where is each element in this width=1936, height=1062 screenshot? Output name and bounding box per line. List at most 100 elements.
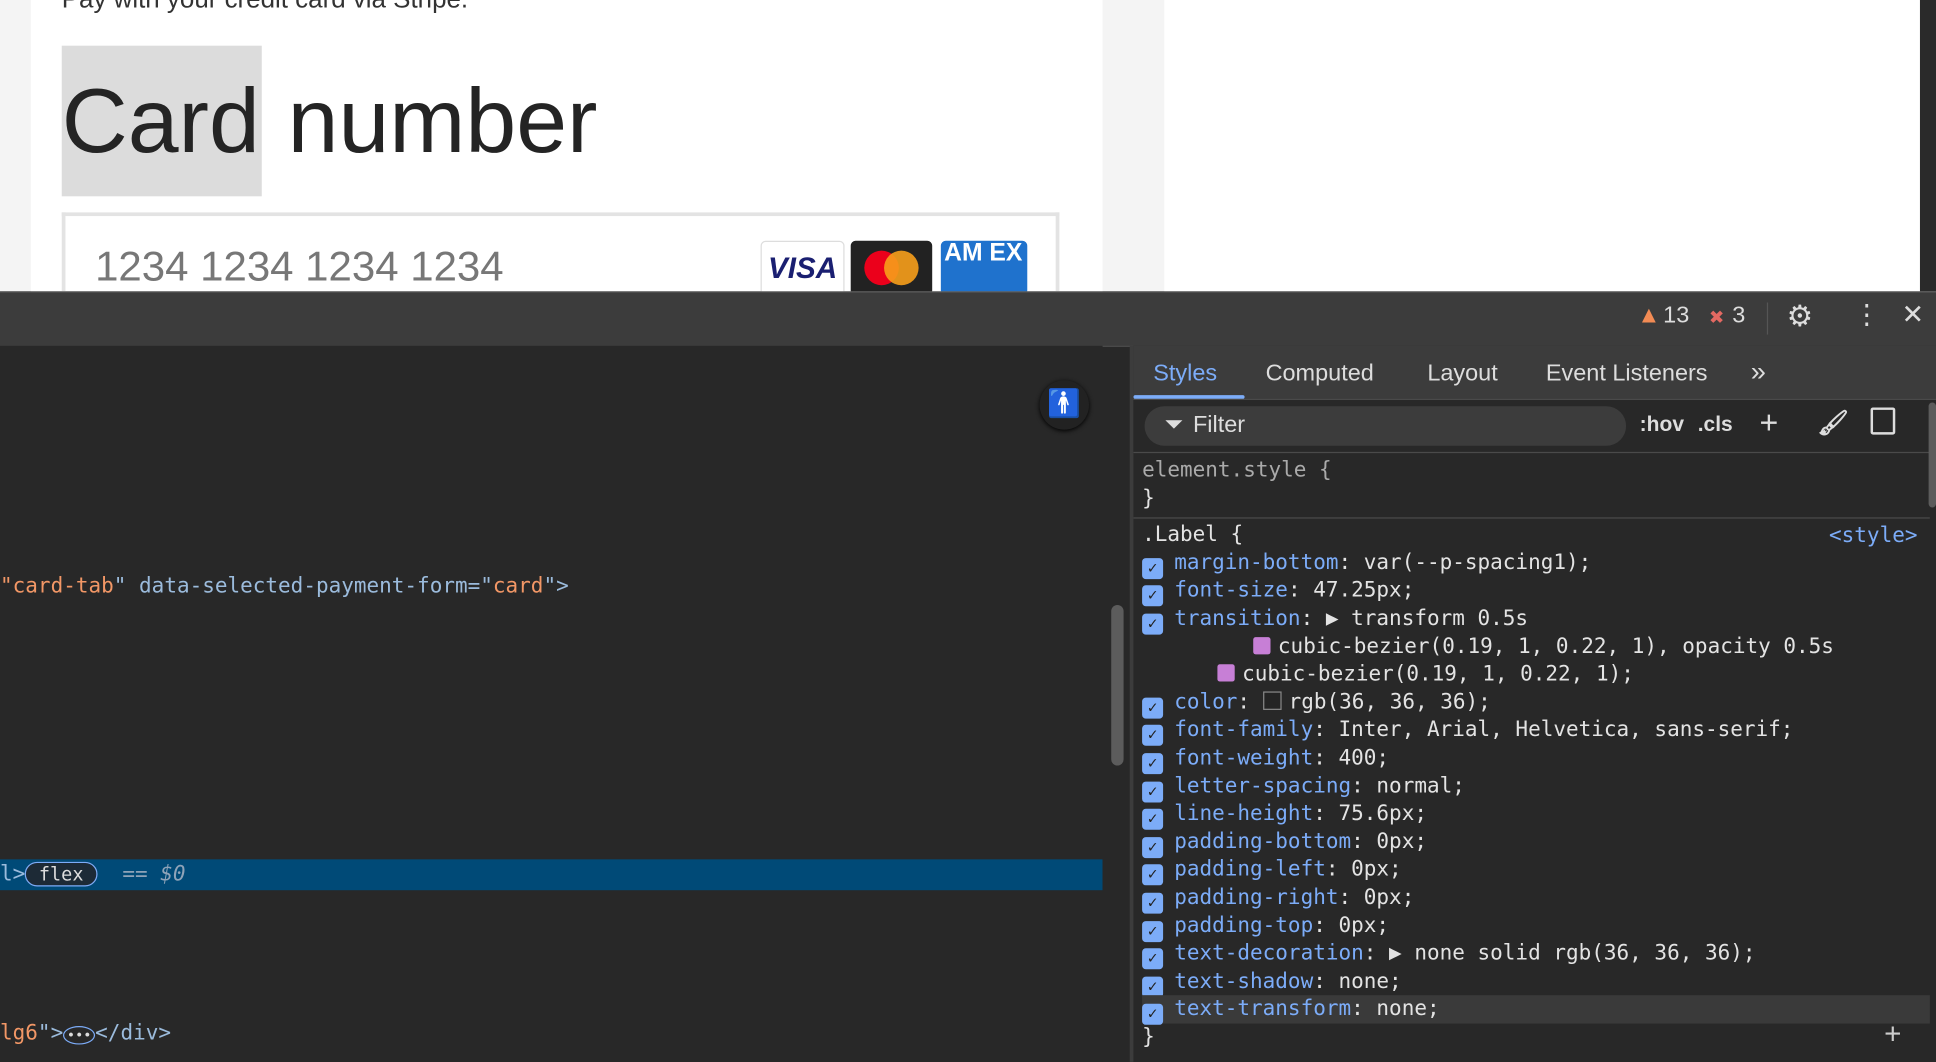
style-declaration[interactable]: ✓ margin-bottom: var(--p-spacing1); — [1142, 549, 1930, 579]
property-name[interactable]: font-size — [1174, 578, 1288, 603]
color-swatch[interactable] — [1262, 691, 1282, 710]
declaration-checkbox[interactable]: ✓ — [1142, 613, 1164, 635]
style-declaration[interactable]: cubic-bezier(0.19, 1, 0.22, 1), opacity … — [1142, 633, 1930, 661]
declaration-checkbox[interactable]: ✓ — [1142, 1004, 1164, 1026]
element-style-selector: element.style { — [1142, 458, 1332, 483]
declaration-checkbox[interactable]: ✓ — [1142, 836, 1164, 858]
property-name[interactable]: margin-bottom — [1174, 550, 1338, 575]
cls-button[interactable]: .cls — [1698, 412, 1733, 437]
declaration-checkbox[interactable]: ✓ — [1142, 725, 1164, 747]
error-count[interactable]: 3 — [1732, 303, 1745, 330]
property-value[interactable]: Inter, Arial, Helvetica, sans-serif; — [1339, 718, 1794, 743]
warning-count[interactable]: 13 — [1663, 303, 1689, 330]
style-declaration[interactable]: ✓ transition: ▶ transform 0.5s — [1142, 605, 1930, 635]
flex-badge[interactable]: flex — [25, 861, 98, 887]
property-name[interactable]: font-family — [1174, 718, 1313, 743]
property-value[interactable]: cubic-bezier(0.19, 1, 0.22, 1), opacity … — [1278, 634, 1834, 659]
element-style-rule[interactable]: element.style { } — [1133, 454, 1930, 519]
style-declaration[interactable]: ✓ padding-bottom: 0px; — [1142, 828, 1930, 858]
add-property-plus-icon[interactable]: + — [1884, 1017, 1901, 1052]
bezier-editor-icon[interactable] — [1217, 664, 1235, 682]
property-name[interactable]: text-shadow — [1174, 969, 1313, 994]
property-value[interactable]: cubic-bezier(0.19, 1, 0.22, 1); — [1242, 662, 1634, 687]
bezier-editor-icon[interactable] — [1253, 636, 1271, 654]
elements-panel[interactable]: "card-tab" data-selected-payment-form="c… — [0, 345, 1103, 1062]
accessibility-icon[interactable]: 🚹 — [1039, 380, 1090, 430]
property-name[interactable]: padding-bottom — [1174, 829, 1351, 854]
declaration-checkbox[interactable]: ✓ — [1142, 557, 1164, 579]
rule-source-link[interactable]: <style> — [1829, 524, 1917, 549]
style-declaration[interactable]: ✓ padding-left: 0px; — [1142, 856, 1930, 886]
declaration-checkbox[interactable]: ✓ — [1142, 753, 1164, 775]
property-name[interactable]: letter-spacing — [1174, 774, 1351, 799]
declaration-checkbox[interactable]: ✓ — [1142, 920, 1164, 942]
style-declaration[interactable]: ✓ text-transform: none; — [1142, 995, 1930, 1026]
dom-node-line[interactable]: lg6"> ••• </div> — [0, 1021, 171, 1046]
property-name[interactable]: text-transform — [1174, 997, 1351, 1022]
property-value[interactable]: none; — [1376, 997, 1439, 1022]
filter-input[interactable]: ⏷ Filter — [1144, 406, 1627, 446]
property-name[interactable]: padding-top — [1174, 913, 1313, 938]
property-value[interactable]: 0px; — [1339, 913, 1390, 938]
ellipsis-icon[interactable]: ••• — [63, 1026, 96, 1045]
declaration-checkbox[interactable]: ✓ — [1142, 892, 1164, 914]
error-icon[interactable]: ✖ — [1709, 306, 1725, 328]
style-declaration[interactable]: cubic-bezier(0.19, 1, 0.22, 1); — [1142, 661, 1930, 689]
style-declaration[interactable]: ✓ text-shadow: none; — [1142, 968, 1930, 998]
style-declaration[interactable]: ✓ padding-top: 0px; — [1142, 912, 1930, 942]
property-value[interactable]: ▶ transform 0.5s — [1326, 606, 1528, 631]
devtools-toolbar: ▲ 13 ✖ 3 ⚙ ⋮ ✕ — [0, 291, 1936, 347]
settings-gear-icon[interactable]: ⚙ — [1787, 299, 1814, 335]
close-icon[interactable]: ✕ — [1901, 299, 1924, 331]
tab-computed[interactable]: Computed — [1266, 361, 1374, 388]
property-value[interactable]: var(--p-spacing1); — [1364, 550, 1591, 575]
more-tabs-chevron-icon[interactable]: » — [1751, 356, 1766, 388]
declaration-checkbox[interactable]: ✓ — [1142, 976, 1164, 998]
mastercard-logo — [850, 240, 933, 292]
style-declaration[interactable]: ✓ font-family: Inter, Arial, Helvetica, s… — [1142, 717, 1930, 747]
style-declaration[interactable]: ✓ padding-right: 0px; — [1142, 884, 1930, 914]
property-value[interactable]: 400; — [1339, 746, 1390, 771]
hov-button[interactable]: :hov — [1640, 412, 1684, 437]
style-declaration[interactable]: ✓ font-weight: 400; — [1142, 744, 1930, 775]
warning-icon[interactable]: ▲ — [1637, 303, 1660, 330]
tab-layout[interactable]: Layout — [1427, 361, 1497, 388]
property-value[interactable]: 47.25px; — [1313, 578, 1414, 603]
property-value[interactable]: 0px; — [1351, 857, 1402, 882]
declaration-checkbox[interactable]: ✓ — [1142, 697, 1164, 719]
style-declaration[interactable]: ✓ font-size: 47.25px; — [1142, 577, 1930, 607]
style-declaration[interactable]: ✓ color: rgb(36, 36, 36); — [1142, 689, 1930, 719]
property-name[interactable]: padding-left — [1174, 857, 1326, 882]
style-declaration[interactable]: ✓ letter-spacing: normal; — [1142, 772, 1930, 802]
declaration-checkbox[interactable]: ✓ — [1142, 864, 1164, 886]
property-value[interactable]: 75.6px; — [1339, 801, 1427, 826]
property-name[interactable]: padding-right — [1174, 885, 1338, 910]
paint-brush-icon[interactable]: 🖌 — [1817, 407, 1848, 438]
property-name[interactable]: transition — [1174, 606, 1300, 631]
property-value[interactable]: 0px; — [1364, 885, 1415, 910]
property-value[interactable]: 0px; — [1376, 829, 1427, 854]
property-value[interactable]: ▶ none solid rgb(36, 36, 36); — [1389, 941, 1755, 966]
toggle-sidebar-icon[interactable] — [1870, 407, 1896, 435]
dom-node-line[interactable]: "card-tab" data-selected-payment-form="c… — [0, 574, 569, 599]
property-name[interactable]: color — [1174, 690, 1237, 715]
tab-styles[interactable]: Styles — [1153, 361, 1217, 388]
property-value[interactable]: none; — [1339, 969, 1402, 994]
more-options-icon[interactable]: ⋮ — [1853, 299, 1880, 331]
property-name[interactable]: text-decoration — [1174, 941, 1364, 966]
tab-event-listeners[interactable]: Event Listeners — [1546, 361, 1708, 388]
declaration-checkbox[interactable]: ✓ — [1142, 585, 1164, 607]
elements-scrollbar[interactable] — [1111, 605, 1124, 766]
new-rule-plus-icon[interactable]: + — [1759, 404, 1778, 442]
property-value[interactable]: rgb(36, 36, 36); — [1289, 690, 1491, 715]
declaration-checkbox[interactable]: ✓ — [1142, 948, 1164, 970]
declaration-checkbox[interactable]: ✓ — [1142, 808, 1164, 830]
property-name[interactable]: line-height — [1174, 801, 1313, 826]
property-name[interactable]: font-weight — [1174, 746, 1313, 771]
declaration-checkbox[interactable]: ✓ — [1142, 780, 1164, 802]
style-declaration[interactable]: ✓ line-height: 75.6px; — [1142, 800, 1930, 830]
card-number-input[interactable]: 1234 1234 1234 1234 VISA AM EX — [61, 212, 1060, 292]
style-declaration[interactable]: ✓ text-decoration: ▶ none solid rgb(36, 3… — [1142, 940, 1930, 970]
property-value[interactable]: normal; — [1376, 774, 1464, 799]
selected-dom-line[interactable]: l> flex == $0 — [0, 861, 186, 887]
